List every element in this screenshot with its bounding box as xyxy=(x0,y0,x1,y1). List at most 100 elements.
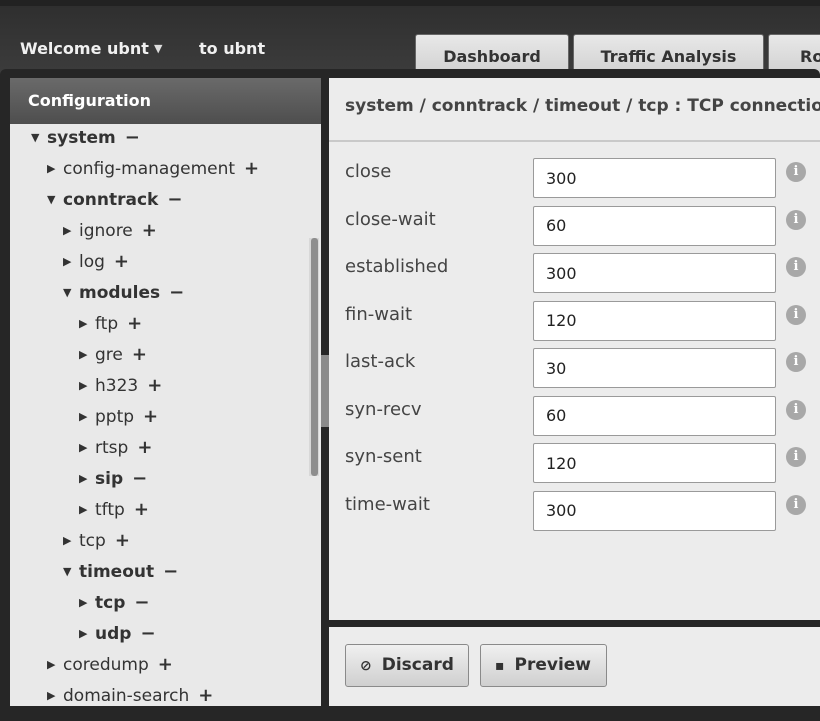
info-icon[interactable]: i xyxy=(786,162,806,182)
tree-node[interactable]: ▶ gre + xyxy=(79,343,147,367)
plus-icon[interactable]: + xyxy=(115,529,130,553)
tree-node[interactable]: ▶ rtsp + xyxy=(79,436,152,460)
minus-icon[interactable]: − xyxy=(132,467,147,491)
field-input-close[interactable] xyxy=(533,158,776,198)
pane-splitter-handle[interactable] xyxy=(321,355,329,427)
info-icon[interactable]: i xyxy=(786,209,806,230)
info-icon[interactable]: i xyxy=(786,257,806,277)
arrow-right-icon[interactable]: ▶ xyxy=(79,436,95,460)
minus-icon[interactable]: − xyxy=(125,126,140,150)
tree-node[interactable]: ▼ system − xyxy=(31,126,140,150)
tree-node[interactable]: ▼ conntrack − xyxy=(47,188,182,212)
info-icon[interactable]: i xyxy=(786,399,806,420)
arrow-down-icon[interactable]: ▼ xyxy=(31,126,47,150)
tree-node-label[interactable]: domain-search xyxy=(63,684,189,706)
arrow-right-icon[interactable]: ▶ xyxy=(47,653,63,677)
minus-icon[interactable]: − xyxy=(167,188,182,212)
minus-icon[interactable]: − xyxy=(169,281,184,305)
tree-node-label[interactable]: ignore xyxy=(79,219,133,243)
arrow-right-icon[interactable]: ▶ xyxy=(63,250,79,274)
preview-button[interactable]: ▪ Preview xyxy=(480,644,607,687)
plus-icon[interactable]: + xyxy=(142,219,157,243)
tree-node-label[interactable]: log xyxy=(79,250,105,274)
field-input-syn-recv[interactable] xyxy=(533,395,776,436)
field-input-syn-sent[interactable] xyxy=(533,443,776,483)
arrow-right-icon[interactable]: ▶ xyxy=(79,312,95,336)
tree-node[interactable]: ▶ config-management + xyxy=(47,157,259,181)
arrow-right-icon[interactable]: ▶ xyxy=(79,405,95,429)
plus-icon[interactable]: + xyxy=(244,157,259,181)
arrow-right-icon[interactable]: ▶ xyxy=(79,622,95,646)
field-input-time-wait[interactable] xyxy=(533,490,776,531)
chevron-down-icon[interactable]: ▼ xyxy=(154,42,162,55)
tree-node-label[interactable]: pptp xyxy=(95,405,134,429)
field-input-fin-wait[interactable] xyxy=(533,300,776,341)
tree-node[interactable]: ▶ log + xyxy=(63,250,129,274)
tree-node[interactable]: ▶ h323 + xyxy=(79,374,162,398)
tree-node[interactable]: ▶ coredump + xyxy=(47,653,173,677)
info-icon[interactable]: i xyxy=(786,304,806,325)
info-icon[interactable]: i xyxy=(786,447,806,467)
tree-node[interactable]: ▶ domain-search + xyxy=(47,684,213,706)
arrow-right-icon[interactable]: ▶ xyxy=(79,343,95,367)
tree-node[interactable]: ▼ modules − xyxy=(63,281,184,305)
tree-node-label[interactable]: gre xyxy=(95,343,123,367)
tree-node[interactable]: ▶ udp − xyxy=(79,622,156,646)
tree-node-label[interactable]: timeout xyxy=(79,560,154,584)
arrow-right-icon[interactable]: ▶ xyxy=(47,157,63,181)
minus-icon[interactable]: − xyxy=(134,591,149,615)
plus-icon[interactable]: + xyxy=(127,312,142,336)
tree-node[interactable]: ▶ tcp − xyxy=(79,591,149,615)
field-label-syn-recv: syn-recv xyxy=(345,398,422,420)
tree-node-label[interactable]: coredump xyxy=(63,653,149,677)
tree-node-label[interactable]: tcp xyxy=(79,529,106,553)
arrow-right-icon[interactable]: ▶ xyxy=(79,374,95,398)
plus-icon[interactable]: + xyxy=(132,343,147,367)
arrow-right-icon[interactable]: ▶ xyxy=(79,591,95,615)
arrow-right-icon[interactable]: ▶ xyxy=(63,529,79,553)
tree-node[interactable]: ▶ ignore + xyxy=(63,219,157,243)
welcome-user-menu[interactable]: Welcome ubnt xyxy=(20,39,149,58)
tree-node-label[interactable]: ftp xyxy=(95,312,118,336)
arrow-right-icon[interactable]: ▶ xyxy=(47,684,63,706)
tree-node-label[interactable]: tcp xyxy=(95,591,125,615)
arrow-right-icon[interactable]: ▶ xyxy=(63,219,79,243)
field-input-close-wait[interactable] xyxy=(533,205,776,246)
field-input-last-ack[interactable] xyxy=(533,348,776,388)
tree-node-label[interactable]: rtsp xyxy=(95,436,128,460)
tree-node-label[interactable]: config-management xyxy=(63,157,235,181)
minus-icon[interactable]: − xyxy=(140,622,155,646)
tree-node[interactable]: ▶ tcp + xyxy=(63,529,130,553)
arrow-right-icon[interactable]: ▶ xyxy=(79,498,95,522)
tree-node-label[interactable]: tftp xyxy=(95,498,125,522)
tree-node-label[interactable]: modules xyxy=(79,281,160,305)
minus-icon[interactable]: − xyxy=(163,560,178,584)
tree-node[interactable]: ▼ timeout − xyxy=(63,560,178,584)
arrow-down-icon[interactable]: ▼ xyxy=(63,281,79,305)
tree-node-label[interactable]: conntrack xyxy=(63,188,158,212)
arrow-down-icon[interactable]: ▼ xyxy=(47,188,63,212)
discard-button[interactable]: ⊘ Discard xyxy=(345,644,469,687)
arrow-down-icon[interactable]: ▼ xyxy=(63,560,79,584)
action-footer: ⊘ Discard ▪ Preview xyxy=(329,627,820,706)
info-icon[interactable]: i xyxy=(786,494,806,515)
plus-icon[interactable]: + xyxy=(147,374,162,398)
tree-node-label[interactable]: system xyxy=(47,126,116,150)
tree-node[interactable]: ▶ sip − xyxy=(79,467,147,491)
plus-icon[interactable]: + xyxy=(134,498,149,522)
tree-node[interactable]: ▶ pptp + xyxy=(79,405,158,429)
arrow-right-icon[interactable]: ▶ xyxy=(79,467,95,491)
sidebar-scrollbar-thumb[interactable] xyxy=(311,238,318,476)
tree-node-label[interactable]: udp xyxy=(95,622,131,646)
info-icon[interactable]: i xyxy=(786,352,806,372)
plus-icon[interactable]: + xyxy=(137,436,152,460)
field-input-established[interactable] xyxy=(533,253,776,293)
plus-icon[interactable]: + xyxy=(198,684,213,706)
plus-icon[interactable]: + xyxy=(158,653,173,677)
tree-node[interactable]: ▶ tftp + xyxy=(79,498,149,522)
plus-icon[interactable]: + xyxy=(143,405,158,429)
plus-icon[interactable]: + xyxy=(114,250,129,274)
tree-node-label[interactable]: h323 xyxy=(95,374,138,398)
tree-node[interactable]: ▶ ftp + xyxy=(79,312,142,336)
tree-node-label[interactable]: sip xyxy=(95,467,123,491)
